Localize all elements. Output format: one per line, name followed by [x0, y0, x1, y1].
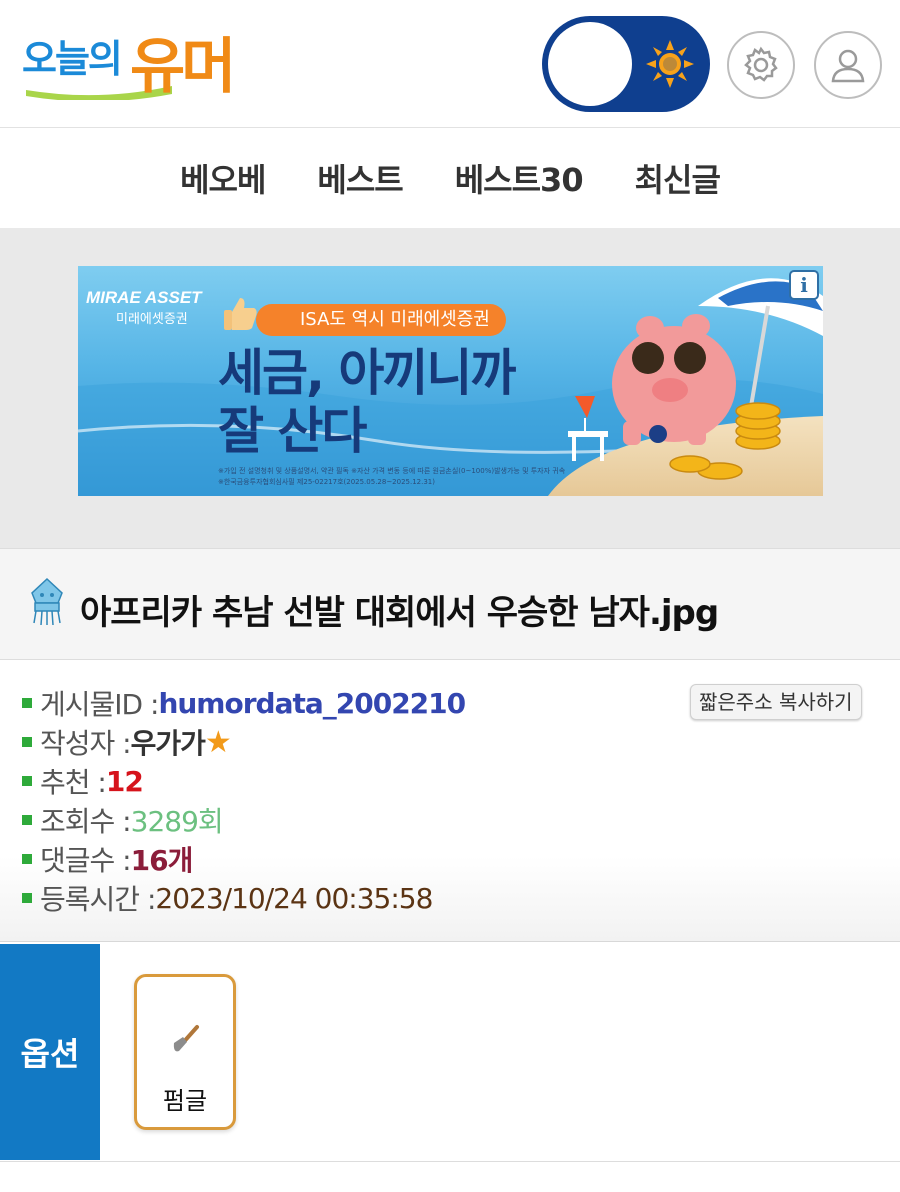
- squid-icon: [31, 577, 63, 626]
- page-title: 아프리카 추남 선발 대회에서 우승한 남자.jpg: [80, 593, 719, 633]
- meta-label-recommend: 추천 :: [40, 766, 107, 799]
- site-logo[interactable]: 오늘의 유머: [22, 24, 242, 104]
- logo-text-big: 유머: [130, 32, 236, 102]
- ad-brand-sub: 미래에셋증권: [116, 312, 188, 327]
- ad-disclaimer: ※가입 전 설명청취 및 상품설명서, 약관 필독 ※자산 가격 변동 등에 따…: [218, 466, 565, 488]
- toggle-knob: [548, 22, 632, 106]
- ad-headline-line2: 잘 산다: [218, 402, 367, 460]
- shovel-icon: [173, 1025, 199, 1052]
- meta-row-author: 작성자 : 우가가 ★: [22, 722, 232, 762]
- scrap-label: 펌글: [162, 1087, 208, 1115]
- user-icon: [831, 49, 865, 83]
- meta-label-author: 작성자 :: [40, 727, 132, 760]
- nav-item-best[interactable]: 베스트: [317, 155, 403, 201]
- meta-row-comments: 댓글수 : 16개: [22, 840, 194, 878]
- nav-item-best30[interactable]: 베스트30: [455, 155, 584, 201]
- meta-value-date: 2023/10/24 00:35:58: [155, 881, 433, 915]
- ad-disclaimer-line1: ※가입 전 설명청취 및 상품설명서, 약관 필독 ※자산 가격 변동 등에 따…: [218, 467, 566, 475]
- ad-pill: ISA도 역시 미래에셋증권: [256, 304, 506, 336]
- ad-headline-line1: 세금, 아끼니까: [218, 344, 516, 402]
- meta-row-recommend: 추천 : 12: [22, 762, 144, 800]
- ad-area: MIRAE ASSET 미래에셋증권 ISA도 역시 미래에셋증권 세금, 아끼…: [0, 228, 900, 548]
- bullet-icon: [22, 893, 32, 903]
- ad-disclaimer-line2: ※한국금융투자협회심사필 제25-02217호(2025.05.28~2025.…: [218, 478, 435, 486]
- scrap-button[interactable]: 펌글: [134, 974, 236, 1130]
- copy-short-url-button[interactable]: 짧은주소 복사하기: [690, 684, 862, 720]
- options-label: 옵션: [0, 944, 100, 1160]
- meta-row-id: 게시물ID : humordata_2002210: [22, 684, 466, 722]
- meta-value-comments: 16개: [130, 844, 194, 877]
- nav-item-beobe[interactable]: 베오베: [180, 155, 266, 201]
- bullet-icon: [22, 854, 32, 864]
- meta-row-date: 등록시간 : 2023/10/24 00:35:58: [22, 879, 433, 917]
- meta-value-views: 3289회: [130, 805, 224, 838]
- meta-label-views: 조회수 :: [40, 805, 132, 838]
- ad-brand: MIRAE ASSET: [86, 288, 202, 307]
- meta-value-recommend: 12: [105, 764, 144, 798]
- ad-info-icon[interactable]: i: [789, 270, 819, 300]
- options-section: 옵션 펌글: [0, 942, 900, 1162]
- settings-button[interactable]: [727, 31, 795, 99]
- meta-label-date: 등록시간 :: [40, 883, 156, 916]
- site-header: 오늘의 유머: [0, 0, 900, 128]
- post-title-bar: 아프리카 추남 선발 대회에서 우승한 남자.jpg: [0, 548, 900, 660]
- meta-row-views: 조회수 : 3289회: [22, 801, 224, 839]
- meta-label-comments: 댓글수 :: [40, 844, 132, 877]
- thumbs-up-icon: [224, 298, 257, 330]
- ad-banner[interactable]: MIRAE ASSET 미래에셋증권 ISA도 역시 미래에셋증권 세금, 아끼…: [78, 266, 823, 496]
- user-button[interactable]: [814, 31, 882, 99]
- sun-icon: [646, 40, 694, 88]
- gear-icon: [744, 46, 778, 82]
- nav-item-latest[interactable]: 최신글: [635, 155, 721, 201]
- theme-toggle[interactable]: [542, 16, 710, 112]
- main-nav: 베오베 베스트 베스트30 최신글: [0, 128, 900, 228]
- bullet-icon: [22, 698, 32, 708]
- meta-value-id: humordata_2002210: [158, 686, 466, 720]
- meta-value-author[interactable]: 우가가: [131, 722, 206, 762]
- bullet-icon: [22, 776, 32, 786]
- post-meta: 게시물ID : humordata_2002210 작성자 : 우가가 ★ 추천…: [0, 660, 900, 942]
- bullet-icon: [22, 815, 32, 825]
- author-star-icon: ★: [204, 724, 232, 760]
- logo-text-small: 오늘의: [22, 37, 123, 81]
- meta-label-id: 게시물ID :: [40, 688, 159, 721]
- bullet-icon: [22, 737, 32, 747]
- ad-headline: 세금, 아끼니까 잘 산다: [218, 344, 516, 460]
